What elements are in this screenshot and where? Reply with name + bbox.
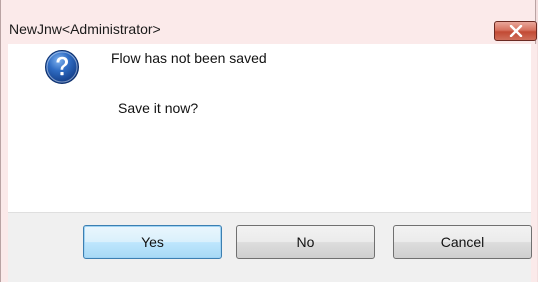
message-line-2: Save it now? [118, 100, 199, 116]
close-x-icon [509, 25, 523, 37]
question-icon [44, 49, 80, 85]
cancel-button[interactable]: Cancel [393, 225, 532, 259]
window-title: NewJnw<Administrator> [9, 21, 161, 37]
dialog-content [8, 44, 531, 212]
close-button[interactable] [494, 21, 537, 41]
dialog-window: NewJnw<Administrator> Flow has not been … [0, 0, 537, 282]
yes-button[interactable]: Yes [83, 225, 222, 259]
message-line-1: Flow has not been saved [111, 50, 267, 66]
no-button[interactable]: No [236, 225, 375, 259]
title-bar[interactable]: NewJnw<Administrator> [1, 0, 537, 44]
